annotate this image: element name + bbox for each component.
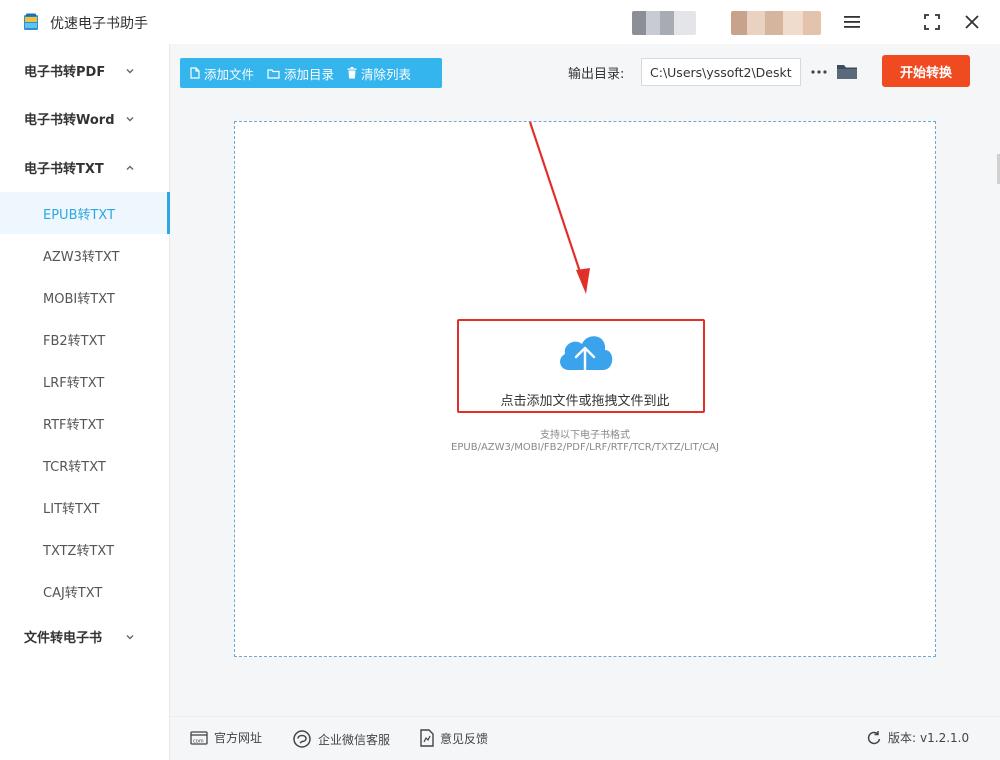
file-toolbar: 添加文件 添加目录 清除列表 [180, 58, 442, 88]
upload-hint-text: 点击添加文件或拖拽文件到此 [500, 394, 670, 409]
sidebar: 电子书转PDF 电子书转Word 电子书转TXT EPUB转TXT AZW3转T… [0, 44, 170, 760]
add-directory-label: 添加目录 [284, 66, 335, 82]
chevron-down-icon [126, 69, 134, 74]
sidebar-item-label: TCR转TXT [43, 459, 106, 475]
maximize-icon [924, 14, 940, 30]
output-dir-label: 输出目录: [568, 67, 625, 82]
sidebar-group-word[interactable]: 电子书转Word [0, 96, 170, 140]
feedback-icon [420, 729, 434, 747]
sidebar-group-pdf[interactable]: 电子书转PDF [0, 48, 170, 92]
sidebar-item-label: AZW3转TXT [43, 249, 120, 265]
close-icon [965, 15, 979, 29]
sidebar-item-label: LIT转TXT [43, 501, 100, 517]
maximize-button[interactable] [919, 10, 945, 34]
add-file-button[interactable]: 添加文件 [180, 58, 259, 88]
sidebar-item-label: EPUB转TXT [43, 207, 116, 223]
sidebar-item-azw3-txt[interactable]: AZW3转TXT [0, 234, 170, 276]
sidebar-group-to-ebook[interactable]: 文件转电子书 [0, 614, 170, 658]
sidebar-group-label: 电子书转TXT [24, 161, 104, 177]
wechat-support-label: 企业微信客服 [318, 732, 391, 747]
feedback-link[interactable]: 意见反馈 [420, 729, 488, 747]
trash-icon [347, 67, 357, 79]
version-label: 版本: [888, 731, 917, 745]
clear-list-label: 清除列表 [361, 66, 412, 82]
sidebar-item-label: TXTZ转TXT [43, 543, 115, 559]
open-folder-icon[interactable] [836, 61, 858, 81]
official-website-link[interactable]: com 官方网址 [190, 729, 262, 746]
footer-bar: com 官方网址 企业微信客服 意见反馈 版本: v1.2.1.0 [170, 716, 1000, 760]
menu-button[interactable] [839, 10, 865, 34]
sidebar-item-label: LRF转TXT [43, 375, 105, 391]
sidebar-group-txt[interactable]: 电子书转TXT [0, 145, 170, 189]
sidebar-item-label: MOBI转TXT [43, 291, 115, 307]
cloud-upload-icon[interactable] [555, 328, 615, 380]
annotation-arrow [528, 121, 590, 294]
sidebar-item-lit-txt[interactable]: LIT转TXT [0, 486, 170, 528]
sidebar-item-caj-txt[interactable]: CAJ转TXT [0, 570, 170, 612]
sidebar-group-label: 文件转电子书 [24, 630, 103, 646]
blurred-user-name [731, 11, 821, 35]
chevron-up-icon [126, 165, 134, 170]
close-button[interactable] [959, 10, 985, 34]
chevron-down-icon [126, 117, 134, 122]
sidebar-item-fb2-txt[interactable]: FB2转TXT [0, 318, 170, 360]
sidebar-item-label: RTF转TXT [43, 417, 105, 433]
sidebar-group-label: 电子书转Word [24, 112, 115, 128]
sidebar-item-rtf-txt[interactable]: RTF转TXT [0, 402, 170, 444]
more-dots-icon [811, 70, 827, 74]
book-stack-icon [24, 13, 38, 30]
sidebar-item-txtz-txt[interactable]: TXTZ转TXT [0, 528, 170, 570]
add-directory-button[interactable]: 添加目录 [259, 58, 339, 88]
sidebar-item-tcr-txt[interactable]: TCR转TXT [0, 444, 170, 486]
official-website-label: 官方网址 [214, 731, 263, 745]
chat-support-icon [293, 730, 311, 748]
blurred-user-avatar [632, 11, 696, 35]
sidebar-item-label: CAJ转TXT [43, 585, 103, 601]
feedback-label: 意见反馈 [440, 731, 489, 746]
sidebar-item-epub-txt[interactable]: EPUB转TXT [0, 192, 170, 234]
wechat-support-link[interactable]: 企业微信客服 [292, 729, 390, 749]
output-dir-input[interactable] [641, 58, 801, 86]
sidebar-item-lrf-txt[interactable]: LRF转TXT [0, 360, 170, 402]
sidebar-item-mobi-txt[interactable]: MOBI转TXT [0, 276, 170, 318]
version-info: 版本: v1.2.1.0 [866, 729, 969, 746]
add-file-label: 添加文件 [204, 66, 255, 82]
sidebar-group-label: 电子书转PDF [24, 64, 106, 80]
version-value: v1.2.1.0 [920, 730, 970, 745]
website-icon: com [190, 730, 208, 745]
browse-more-button[interactable] [808, 58, 830, 86]
hamburger-icon [844, 16, 860, 28]
refresh-icon[interactable] [866, 730, 882, 746]
svg-text:com: com [193, 738, 204, 744]
title-bar: 优速电子书助手 [0, 0, 1000, 44]
supported-formats-title: 支持以下电子书格式 [540, 430, 630, 441]
start-convert-button[interactable]: 开始转换 [882, 55, 970, 87]
sidebar-item-label: FB2转TXT [43, 333, 106, 349]
clear-list-button[interactable]: 清除列表 [339, 58, 416, 88]
supported-formats-list: EPUB/AZW3/MOBI/FB2/PDF/LRF/RTF/TCR/TXTZ/… [451, 442, 719, 453]
chevron-down-icon [126, 635, 134, 640]
folder-outline-icon [267, 68, 280, 79]
app-title: 优速电子书助手 [50, 16, 148, 32]
file-icon [190, 67, 200, 79]
